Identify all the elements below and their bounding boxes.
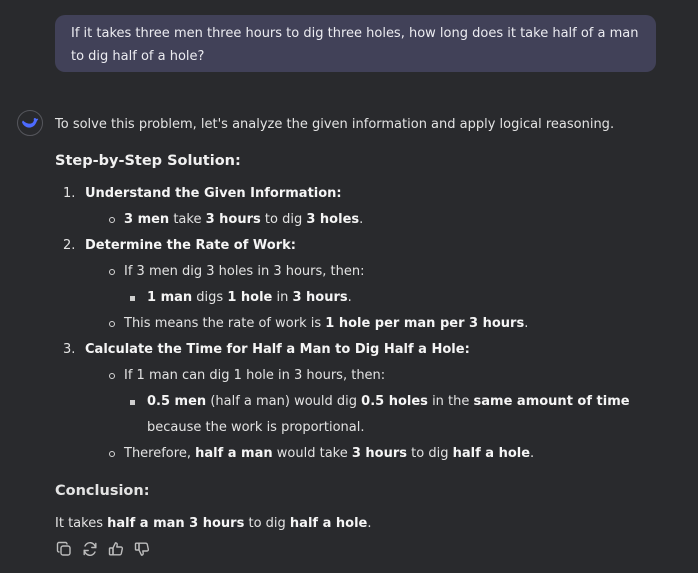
whale-logo-icon [22, 117, 39, 128]
step-number: 2. [63, 238, 76, 253]
message-actions [55, 540, 150, 557]
step-bullets: 3 men take 3 hours to dig 3 holes. [85, 207, 665, 233]
bold-text: 3 hours [292, 290, 348, 305]
step-bullets: If 1 man can dig 1 hole in 3 hours, then… [85, 363, 665, 467]
text: . [347, 290, 352, 305]
bullet-item: Therefore, half a man would take 3 hours… [107, 441, 665, 467]
bold-text: 1 man [147, 290, 193, 305]
bold-text: 3 hours [351, 446, 408, 461]
bold-text: half a hole [452, 446, 531, 461]
text: to dig [244, 516, 290, 531]
conclusion-heading: Conclusion: [55, 483, 150, 499]
bold-text: 1 hole per man per 3 hours [325, 316, 525, 331]
conclusion-text: It takes half a man 3 hours to dig half … [55, 511, 665, 537]
text: This means the rate of work is [124, 316, 326, 331]
text: to dig [407, 446, 453, 461]
assistant-answer: To solve this problem, let's analyze the… [55, 112, 665, 537]
step-number: 1. [63, 186, 76, 201]
text: . [367, 516, 372, 531]
text: . [524, 316, 529, 331]
regenerate-icon [83, 541, 96, 556]
step-title: Understand the Given Information: [85, 186, 342, 201]
bold-text: 1 hole [227, 290, 273, 305]
text: . [359, 212, 364, 227]
text: in the [427, 394, 474, 409]
thumbs-down-icon [134, 542, 149, 556]
text: Therefore, [124, 446, 196, 461]
text: would take [272, 446, 352, 461]
user-message: If it takes three men three hours to dig… [55, 15, 656, 72]
step-number: 3. [63, 342, 76, 357]
text: take [169, 212, 206, 227]
bold-text: half a man 3 hours [107, 516, 245, 531]
text: . [530, 446, 535, 461]
text: to dig [260, 212, 307, 227]
thumbs-up-icon [108, 541, 123, 556]
step-item: 1. Understand the Given Information: 3 men… [63, 181, 665, 233]
bullet-item: This means the rate of work is 1 hole pe… [107, 311, 665, 337]
thumbs-up-button[interactable] [107, 540, 124, 557]
step-bullets: If 3 men dig 3 holes in 3 hours, then: 1 … [85, 259, 665, 337]
step-item: 2. Determine the Rate of Work: If 3 men di… [63, 233, 665, 337]
bullet-item: If 1 man can dig 1 hole in 3 hours, then… [107, 363, 665, 441]
text: because the work is proportional. [147, 420, 365, 435]
text: It takes [55, 516, 108, 531]
text: in [272, 290, 293, 305]
text: If 3 men dig 3 holes in 3 hours, then: [124, 264, 365, 279]
bold-text: 3 hours [205, 212, 261, 227]
sub-bullets: 0.5 men (half a man) would dig 0.5 holes… [124, 389, 665, 441]
text: If 1 man can dig 1 hole in 3 hours, then… [124, 368, 386, 383]
bullet-item: If 3 men dig 3 holes in 3 hours, then: 1 … [107, 259, 665, 311]
bold-text: half a hole [289, 516, 368, 531]
text: digs [192, 290, 228, 305]
step-item: 3. Calculate the Time for Half a Man to D… [63, 337, 665, 467]
sub-bullet-item: 0.5 men (half a man) would dig 0.5 holes… [129, 389, 665, 441]
chat-page: If it takes three men three hours to dig… [0, 0, 698, 573]
copy-button[interactable] [55, 540, 72, 557]
regenerate-button[interactable] [81, 540, 98, 557]
copy-icon [56, 541, 71, 556]
steps-list: 1. Understand the Given Information: 3 men… [55, 181, 665, 467]
bold-text: 0.5 men [147, 394, 207, 409]
sub-bullet-item: 1 man digs 1 hole in 3 hours. [129, 285, 665, 311]
bold-text: 0.5 holes [361, 394, 428, 409]
user-message-text: If it takes three men three hours to dig… [71, 26, 639, 64]
thumbs-down-button[interactable] [133, 540, 150, 557]
sub-bullets: 1 man digs 1 hole in 3 hours. [124, 285, 665, 311]
bullet-item: 3 men take 3 hours to dig 3 holes. [107, 207, 665, 233]
bold-text: 3 holes [306, 212, 360, 227]
bold-text: same amount of time [473, 394, 630, 409]
bold-text: half a man [195, 446, 273, 461]
solution-heading: Step-by-Step Solution: [55, 153, 241, 169]
assistant-avatar [17, 110, 43, 136]
text: (half a man) would dig [206, 394, 362, 409]
answer-intro: To solve this problem, let's analyze the… [55, 117, 615, 132]
bold-text: 3 men [124, 212, 170, 227]
step-title: Determine the Rate of Work: [85, 238, 296, 253]
step-title: Calculate the Time for Half a Man to Dig… [85, 342, 470, 357]
